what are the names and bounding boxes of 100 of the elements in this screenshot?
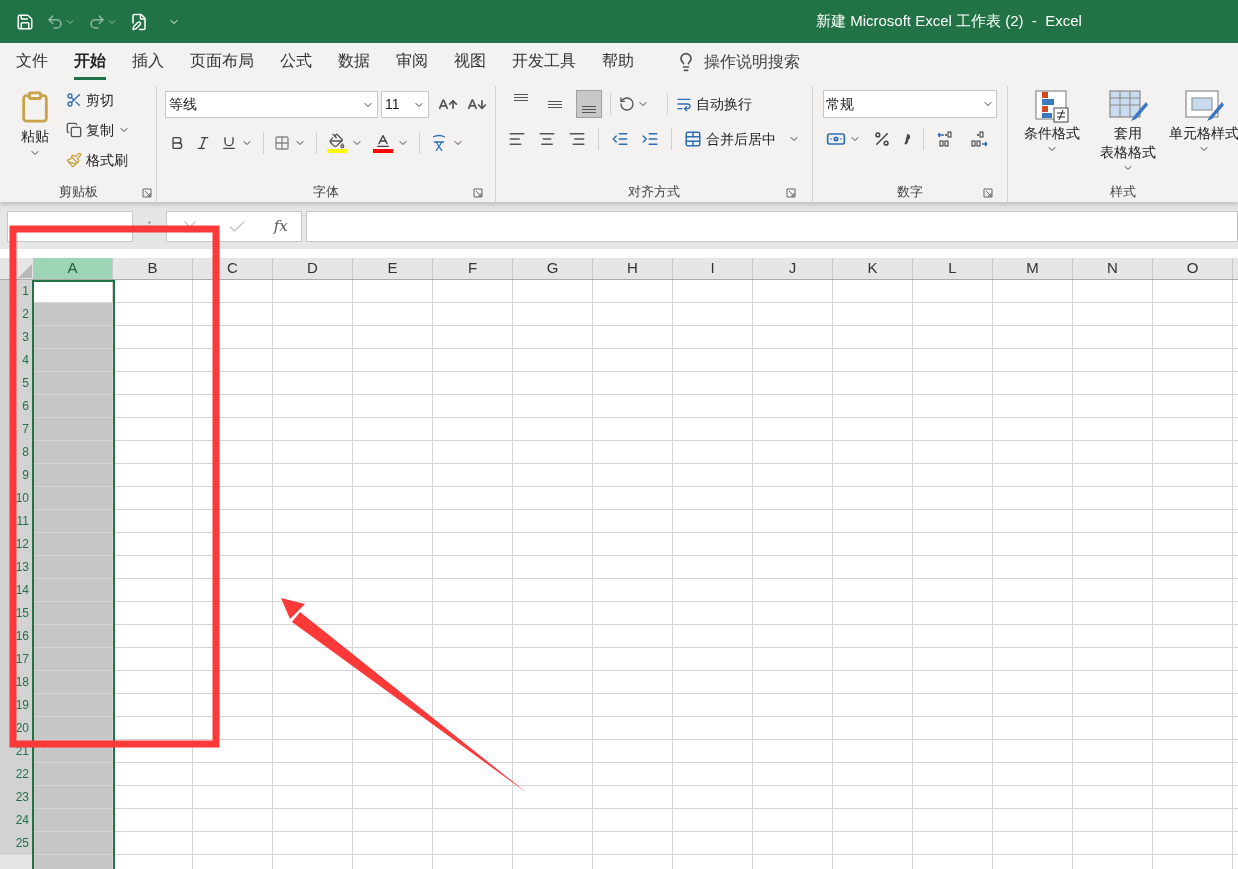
row-header[interactable]: 23 <box>0 786 33 808</box>
cell[interactable] <box>33 418 113 440</box>
cell[interactable] <box>33 786 113 808</box>
menu-tab[interactable]: 视图 <box>454 43 486 80</box>
cell[interactable] <box>33 395 113 417</box>
align-center-icon[interactable] <box>538 130 556 148</box>
column-header[interactable]: N <box>1073 258 1153 279</box>
column-header[interactable]: F <box>433 258 513 279</box>
column-header[interactable]: M <box>993 258 1073 279</box>
dialog-launcher-icon[interactable] <box>473 188 483 198</box>
cell[interactable] <box>33 625 113 647</box>
cell[interactable] <box>33 441 113 463</box>
column-header[interactable]: K <box>833 258 913 279</box>
column-header[interactable]: J <box>753 258 833 279</box>
cell[interactable] <box>33 487 113 509</box>
menu-tab[interactable]: 公式 <box>280 43 312 80</box>
cell[interactable] <box>33 326 113 348</box>
column-header[interactable]: L <box>913 258 993 279</box>
phonetic-icon[interactable] <box>430 133 448 153</box>
fill-bucket-icon[interactable] <box>329 133 345 149</box>
increase-indent-icon[interactable] <box>641 130 659 148</box>
style-button[interactable]: 条件格式 <box>1018 90 1086 174</box>
merge-center-button[interactable]: 合并后居中 <box>684 128 800 150</box>
column-header[interactable]: O <box>1153 258 1233 279</box>
cell[interactable] <box>33 464 113 486</box>
column-header[interactable]: H <box>593 258 673 279</box>
column-header[interactable]: E <box>353 258 433 279</box>
save-icon[interactable] <box>16 12 34 31</box>
row-header[interactable]: 24 <box>0 809 33 831</box>
select-all-icon[interactable] <box>18 264 32 278</box>
cell[interactable] <box>33 303 113 325</box>
dialog-launcher-icon[interactable] <box>983 188 993 198</box>
formula-input[interactable] <box>306 211 1238 242</box>
align-lines-icon <box>582 106 596 113</box>
underline-icon[interactable] <box>221 135 237 151</box>
menu-tab[interactable]: 文件 <box>16 43 48 80</box>
font-color-icon[interactable] <box>375 133 391 149</box>
vertical-align-button[interactable] <box>576 90 602 118</box>
number-format-dropdown[interactable]: 常规 <box>823 90 997 118</box>
cell[interactable] <box>33 372 113 394</box>
column-header[interactable]: I <box>673 258 753 279</box>
menu-tab[interactable]: 帮助 <box>602 43 634 80</box>
paste-button[interactable]: 粘贴 <box>12 88 58 182</box>
document-pen-icon[interactable] <box>130 12 148 31</box>
menu-tab[interactable]: 数据 <box>338 43 370 80</box>
cell[interactable] <box>33 832 113 854</box>
cell[interactable] <box>33 694 113 716</box>
fill-color-bar <box>327 149 347 153</box>
align-left-icon[interactable] <box>508 130 526 148</box>
font-color-bar <box>373 149 393 153</box>
cell[interactable] <box>33 763 113 785</box>
dialog-launcher-icon[interactable] <box>786 188 796 198</box>
style-button[interactable]: 套用 表格格式 <box>1094 90 1162 174</box>
orientation-icon[interactable] <box>619 96 635 112</box>
italic-icon[interactable] <box>195 135 211 151</box>
copy-button[interactable]: 复制 <box>66 118 130 142</box>
format-painter-button[interactable]: 格式刷 <box>66 148 130 172</box>
decrease-decimal-icon <box>968 129 988 149</box>
cell[interactable] <box>33 579 113 601</box>
align-lines-icon <box>514 94 528 101</box>
row-header[interactable]: 25 <box>0 832 33 854</box>
paintbrush-icon <box>66 152 82 168</box>
undo-icon[interactable] <box>46 12 64 31</box>
column-header[interactable]: C <box>193 258 273 279</box>
cell[interactable] <box>33 533 113 555</box>
align-right-icon[interactable] <box>568 130 586 148</box>
cell[interactable] <box>33 349 113 371</box>
cell[interactable] <box>33 510 113 532</box>
insert-function-button[interactable]: fx <box>273 215 288 238</box>
scissors-icon <box>66 92 82 108</box>
decrease-indent-icon[interactable] <box>611 130 629 148</box>
menu-tab[interactable]: 页面布局 <box>190 43 254 80</box>
menu-tab[interactable]: 审阅 <box>396 43 428 80</box>
cell[interactable] <box>33 809 113 831</box>
bold-icon[interactable] <box>169 135 185 151</box>
percent-icon[interactable] <box>873 130 891 148</box>
cut-button[interactable]: 剪切 <box>66 88 130 112</box>
column-header[interactable]: D <box>273 258 353 279</box>
menu-tab[interactable]: 插入 <box>132 43 164 80</box>
redo-icon[interactable] <box>88 12 106 31</box>
menu-tab[interactable]: 开发工具 <box>512 43 576 80</box>
wrap-text-button[interactable]: 自动换行 <box>676 93 752 115</box>
font-size-dropdown[interactable]: 11 <box>381 91 429 118</box>
conditional-format-icon <box>1034 90 1070 124</box>
cell[interactable] <box>33 556 113 578</box>
cell[interactable] <box>33 648 113 670</box>
comma-icon[interactable] <box>903 132 911 146</box>
merge-cells-icon <box>684 130 702 148</box>
style-button[interactable]: 单元格样式 <box>1170 90 1238 174</box>
column-header[interactable]: B <box>113 258 193 279</box>
borders-icon[interactable] <box>274 135 290 151</box>
column-header[interactable]: A <box>33 258 113 279</box>
cell[interactable] <box>33 717 113 739</box>
column-header[interactable]: G <box>513 258 593 279</box>
cell[interactable] <box>33 671 113 693</box>
tell-me-search[interactable]: 操作说明搜索 <box>704 49 800 74</box>
cell[interactable] <box>33 602 113 624</box>
font-name-dropdown[interactable]: 等线 <box>165 91 378 118</box>
row-header[interactable]: 22 <box>0 763 33 785</box>
dialog-launcher-icon[interactable] <box>142 188 152 198</box>
